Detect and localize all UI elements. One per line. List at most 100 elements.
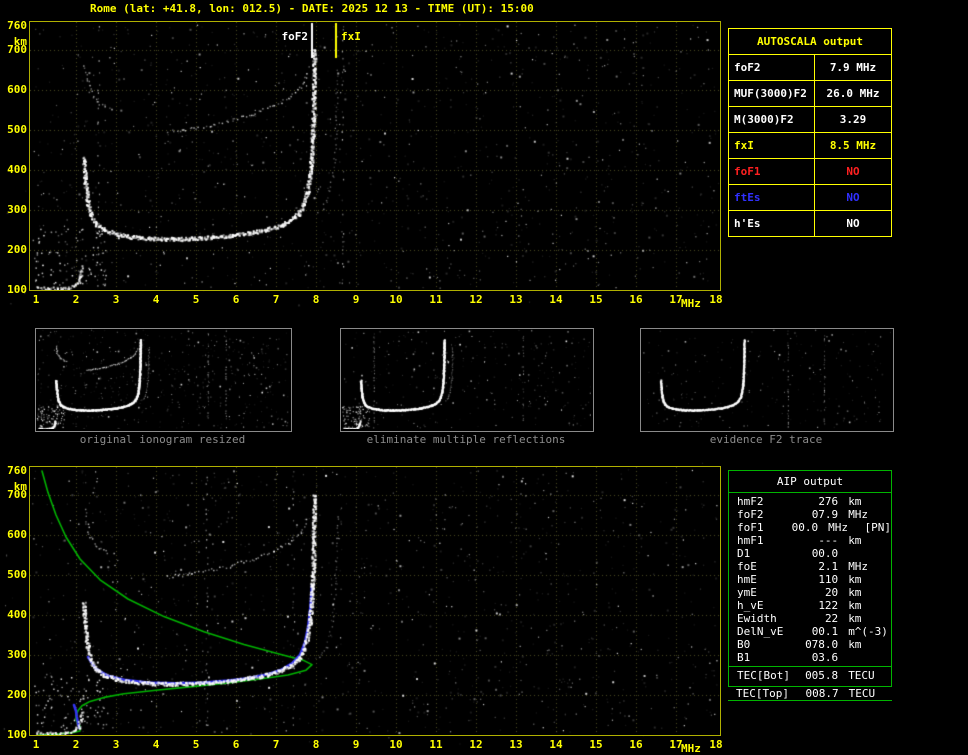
param-name: B1 [737, 651, 751, 664]
thumb-caption-eliminate: eliminate multiple reflections [366, 433, 566, 446]
autoscala-row-fof2: foF2 7.9 MHz [729, 55, 891, 81]
aip-row-yme: ymE 20 km [729, 586, 891, 599]
param-name: TEC[Top] [736, 687, 789, 700]
x-tick-label: 15 [589, 738, 603, 751]
param-value: 00.1 [811, 625, 839, 638]
aip-table-title: AIP output [729, 471, 891, 493]
param-value: 2.1 [818, 560, 839, 573]
param-unit: km [848, 638, 862, 651]
param-label: fxI [729, 133, 815, 158]
x-tick-label: 4 [152, 738, 160, 751]
param-value: 22 [824, 612, 839, 625]
x-tick-label: 7 [272, 293, 280, 306]
aip-row-deln-ve: DelN_vE 00.1 m^(-3) [729, 625, 891, 638]
foF2-marker-label: foF2 [281, 30, 309, 43]
param-value: 005.8 [805, 669, 839, 682]
aip-row-b1: B1 03.6 [729, 651, 891, 664]
param-value: 00.0 [791, 521, 819, 534]
aip-row-tec-top: TEC[Top] 008.7 TECU [728, 687, 892, 700]
param-label: h'Es [729, 211, 815, 236]
x-tick-label: 5 [192, 293, 200, 306]
x-tick-label: 16 [629, 738, 643, 751]
autoscala-row-m-3000-f2: M(3000)F2 3.29 [729, 107, 891, 133]
param-unit: km [848, 495, 862, 508]
x-tick-label: 2 [72, 293, 80, 306]
x-tick-label: 14 [549, 293, 563, 306]
x-tick-label: 15 [589, 293, 603, 306]
param-unit [838, 547, 891, 560]
x-tick-label: 17 [669, 293, 683, 306]
param-name: ymE [737, 586, 757, 599]
param-value: 26.0 MHz [826, 87, 880, 100]
x-tick-label: 18 [709, 738, 723, 751]
param-value: 8.5 MHz [829, 139, 877, 152]
param-value: 7.9 MHz [829, 61, 877, 74]
top-ionogram-plot [29, 21, 721, 291]
param-unit: m^(-3) [848, 625, 888, 638]
x-tick-label: 14 [549, 738, 563, 751]
y-tick-label: 200 [7, 688, 27, 701]
thumb-caption-original: original ionogram resized [79, 433, 246, 446]
autoscala-output-table: AUTOSCALA output foF2 7.9 MHz MUF(3000)F2 26… [728, 28, 892, 237]
y-tick-label: 400 [7, 608, 27, 621]
x-tick-label: 7 [272, 738, 280, 751]
x-tick-label: 6 [232, 738, 240, 751]
x-tick-label: 4 [152, 293, 160, 306]
autoscala-app-window: Rome (lat: +41.8, lon: 012.5) - DATE: 20… [0, 0, 968, 755]
param-name: DelN_vE [737, 625, 784, 638]
x-tick-label: 11 [429, 738, 443, 751]
x-tick-label: 9 [352, 738, 360, 751]
x-tick-label: 13 [509, 293, 523, 306]
aip-row-ewidth: Ewidth 22 km [729, 612, 891, 625]
param-value: 078.0 [805, 638, 839, 651]
y-tick-label: 700 [7, 43, 27, 56]
param-value: 3.29 [839, 113, 867, 126]
param-name: B0 [737, 638, 751, 651]
param-value: NO [846, 217, 860, 230]
param-unit: km [848, 534, 862, 547]
x-tick-label: 1 [32, 293, 40, 306]
autoscala-row-ftes: ftEs NO [729, 185, 891, 211]
y-tick-label: 760 [7, 19, 27, 32]
param-value: 00.0 [811, 547, 839, 560]
param-value: --- [818, 534, 839, 547]
autoscala-row-fof1: foF1 NO [729, 159, 891, 185]
thumb-original-ionogram [35, 328, 292, 432]
param-label: foF1 [729, 159, 815, 184]
aip-row-b0: B0 078.0 km [729, 638, 891, 651]
x-tick-label: 8 [312, 293, 320, 306]
y-tick-label: 600 [7, 528, 27, 541]
param-value: NO [846, 165, 860, 178]
aip-row-hmf1: hmF1 --- km [729, 534, 891, 547]
x-tick-label: 11 [429, 293, 443, 306]
param-name: Ewidth [737, 612, 777, 625]
aip-output-table: AIP output hmF2 276 km foF2 07.9 MHz foF1 00.0 MH… [728, 470, 892, 687]
y-tick-label: 300 [7, 203, 27, 216]
param-name: foF2 [737, 508, 764, 521]
param-name: hmF1 [737, 534, 764, 547]
aip-row-h-ve: h_vE 122 km [729, 599, 891, 612]
param-name: TEC[Bot] [737, 669, 790, 682]
aip-row-hmf2: hmF2 276 km [729, 495, 891, 508]
y-tick-label: 500 [7, 123, 27, 136]
param-unit: km [848, 599, 862, 612]
x-tick-label: 6 [232, 293, 240, 306]
param-label: foF2 [729, 55, 815, 80]
param-label: M(3000)F2 [729, 107, 815, 132]
param-name: h_vE [737, 599, 764, 612]
x-tick-label: 10 [389, 293, 403, 306]
y-tick-label: 100 [7, 283, 27, 296]
y-tick-label: 500 [7, 568, 27, 581]
param-value: 03.6 [811, 651, 839, 664]
x-tick-label: 3 [112, 293, 120, 306]
param-value: 07.9 [811, 508, 839, 521]
aip-row-d1: D1 00.0 [729, 547, 891, 560]
thumb-original-canvas [36, 329, 289, 429]
y-tick-label: 400 [7, 163, 27, 176]
aip-row-tec-bot: TEC[Bot] 005.8 TECU [729, 666, 891, 684]
param-unit: MHz [848, 508, 869, 521]
x-tick-label: 13 [509, 738, 523, 751]
y-tick-label: 200 [7, 243, 27, 256]
param-unit: km [848, 612, 862, 625]
x-tick-label: 16 [629, 293, 643, 306]
